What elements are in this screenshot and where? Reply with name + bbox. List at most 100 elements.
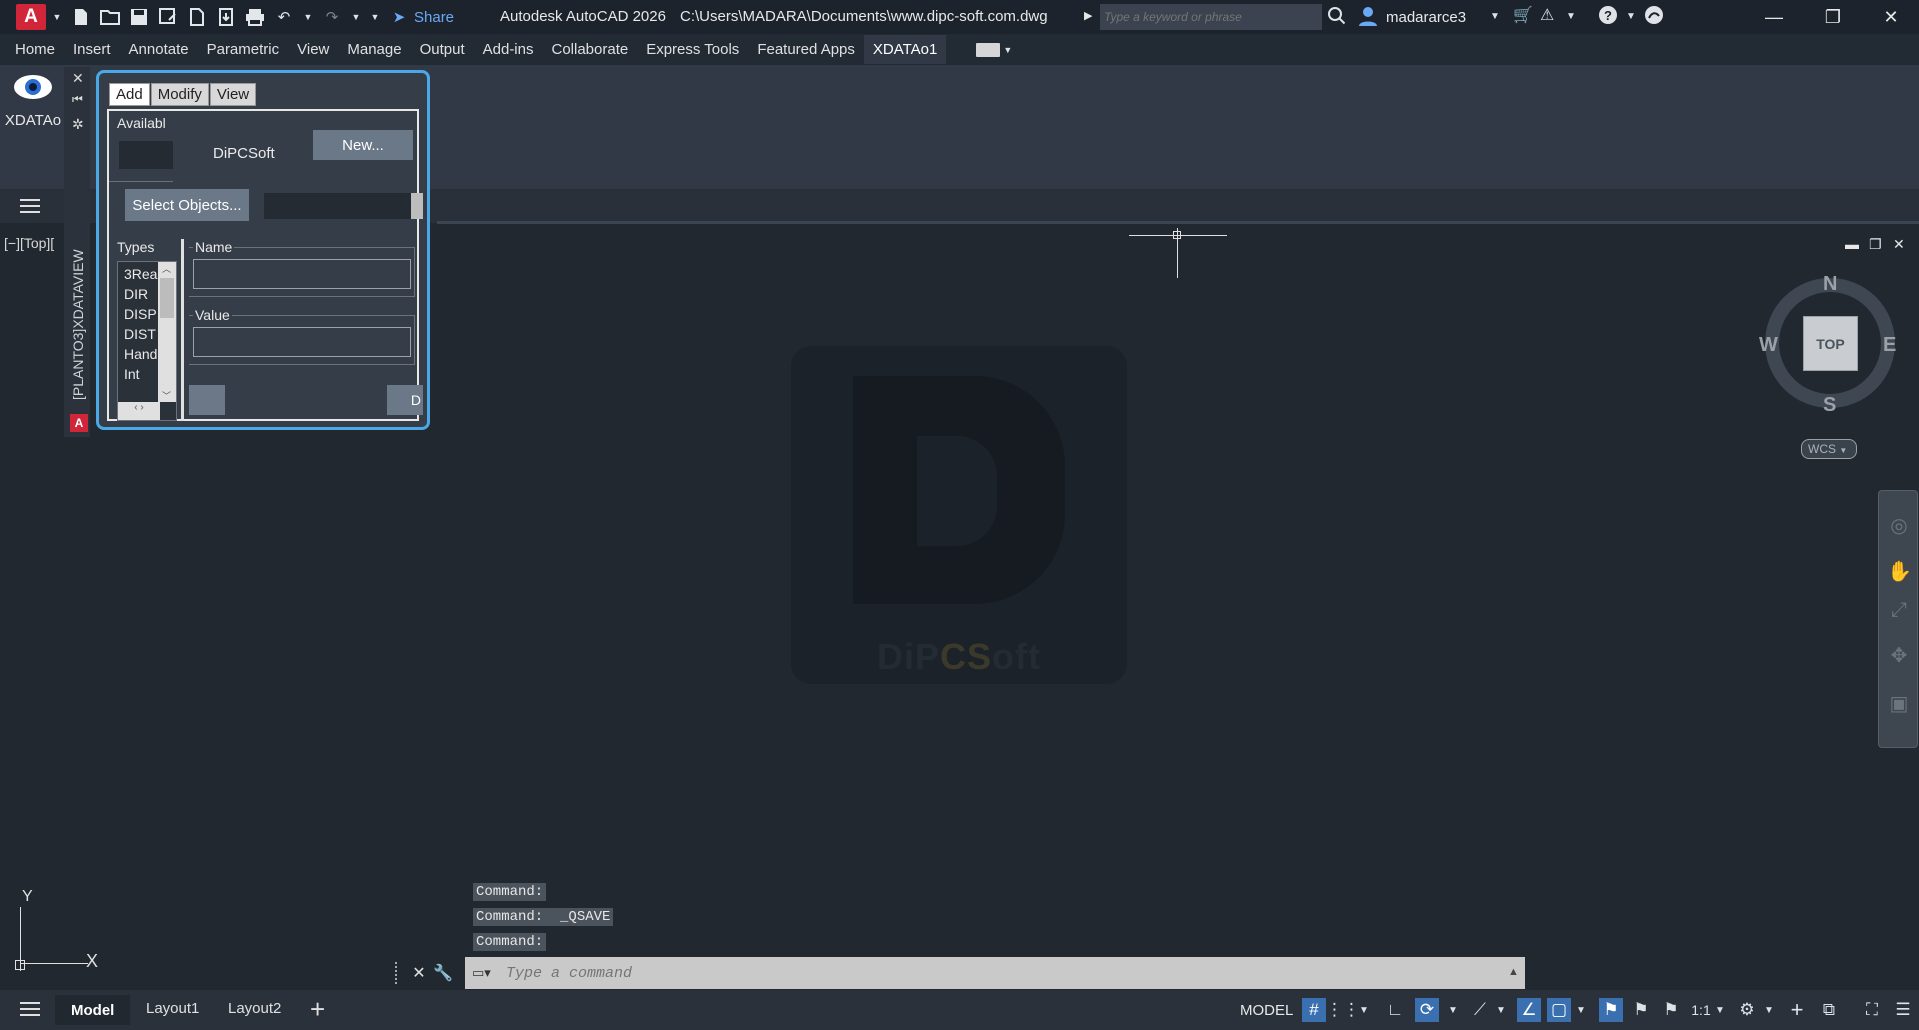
pan-icon[interactable]: ✋ (1887, 559, 1912, 583)
snap-icon[interactable]: ⋮⋮ (1326, 998, 1360, 1022)
app-dropdown-icon[interactable]: ▼ (1566, 11, 1576, 22)
palette-tab-add[interactable]: Add (109, 83, 150, 106)
palette-properties-icon[interactable]: ✲ (72, 116, 84, 133)
isodraft-icon[interactable]: ⟋ (1468, 998, 1492, 1022)
compass-west[interactable]: W (1759, 334, 1778, 357)
new-file-icon[interactable] (71, 7, 91, 27)
viewcube-top-face[interactable]: TOP (1803, 316, 1858, 371)
ribbon-minimize-icon[interactable] (976, 42, 1001, 57)
scroll-up-icon[interactable]: ︿ (162, 262, 171, 275)
wcs-menu[interactable]: WCS ▼ (1801, 439, 1857, 459)
tab-add-ins[interactable]: Add-ins (474, 35, 543, 64)
add-layout-icon[interactable]: + (310, 994, 325, 1025)
command-close-icon[interactable]: ✕ (409, 963, 429, 983)
tab-collaborate[interactable]: Collaborate (542, 35, 637, 64)
undo-dropdown-icon[interactable]: ▼ (303, 12, 313, 22)
palette-right-action-button[interactable]: D (387, 385, 423, 415)
feedback-icon[interactable] (1644, 5, 1664, 30)
palette-tab-view[interactable]: View (209, 83, 257, 106)
layout-menu-icon[interactable] (20, 1001, 40, 1017)
tab-manage[interactable]: Manage (338, 35, 410, 64)
polar-dropdown-icon[interactable]: ▼ (1446, 998, 1460, 1022)
zoom-extents-icon[interactable]: ⤢ (1887, 599, 1911, 623)
customization-menu-icon[interactable]: ☰ (1891, 998, 1915, 1022)
steering-wheel-icon[interactable]: ◎ (1887, 513, 1911, 537)
list-item[interactable]: DIST (124, 326, 156, 342)
ortho-icon[interactable]: ∟ (1383, 998, 1407, 1022)
search-icon[interactable] (1327, 6, 1347, 26)
polar-tracking-icon[interactable]: ⟳ (1415, 998, 1439, 1022)
clean-screen-icon[interactable]: ⛶ (1860, 998, 1884, 1022)
share-icon[interactable]: ➤ (389, 7, 409, 27)
close-button[interactable]: ✕ (1871, 3, 1911, 31)
types-horizontal-scrollbar[interactable]: ‹ › (118, 402, 160, 420)
units-icon[interactable]: ⧉ (1817, 998, 1841, 1022)
viewport-minimize-icon[interactable]: ▬ (1845, 236, 1859, 252)
save-to-web-icon[interactable] (216, 7, 236, 27)
viewport-restore-icon[interactable]: ❐ (1869, 236, 1882, 253)
ribbon-minimize-dropdown-icon[interactable]: ▼ (1003, 45, 1012, 55)
redo-icon[interactable]: ↷ (322, 7, 342, 27)
list-item[interactable]: Hand (124, 346, 157, 362)
tab-xdatao1[interactable]: XDATAo1 (863, 35, 947, 64)
save-icon[interactable] (129, 7, 149, 27)
command-customize-icon[interactable]: 🔧 (433, 963, 453, 983)
app-menu-dropdown-icon[interactable]: ▼ (52, 12, 62, 22)
user-dropdown-icon[interactable]: ▼ (1490, 11, 1500, 22)
object-snap-icon[interactable]: ▢ (1547, 998, 1571, 1022)
tab-annotate[interactable]: Annotate (120, 35, 198, 64)
autocad-logo-icon[interactable]: A (16, 4, 46, 30)
compass-north[interactable]: N (1823, 273, 1837, 296)
open-folder-icon[interactable] (100, 7, 120, 27)
tab-view[interactable]: View (288, 35, 338, 64)
isodraft-dropdown-icon[interactable]: ▼ (1494, 998, 1508, 1022)
tab-featured-apps[interactable]: Featured Apps (748, 35, 864, 64)
new-button[interactable]: New... (313, 130, 413, 160)
palette-splitter[interactable] (181, 239, 184, 421)
save-as-icon[interactable] (158, 7, 178, 27)
palette-tab-modify[interactable]: Modify (150, 83, 209, 106)
grid-icon[interactable]: # (1302, 998, 1326, 1022)
types-listbox[interactable]: 3Rea DIR DISP DIST Hand Int ︿ ﹀ ‹ › (117, 261, 177, 421)
scroll-down-icon[interactable]: ﹀ (162, 389, 171, 402)
tab-home[interactable]: Home (6, 35, 64, 64)
list-item[interactable]: DISP (124, 306, 157, 322)
customize-qat-icon[interactable]: ▼ (370, 12, 380, 22)
workspace-dropdown-icon[interactable]: ▼ (1762, 998, 1776, 1022)
minimize-button[interactable]: — (1754, 3, 1794, 31)
compass-south[interactable]: S (1823, 394, 1836, 417)
tab-insert[interactable]: Insert (64, 35, 120, 64)
tab-express-tools[interactable]: Express Tools (637, 35, 748, 64)
tab-parametric[interactable]: Parametric (198, 35, 289, 64)
command-input[interactable] (465, 957, 1525, 989)
object-snap-dropdown-icon[interactable]: ▼ (1574, 998, 1588, 1022)
palette-left-action-button[interactable] (189, 385, 225, 415)
open-from-web-icon[interactable] (187, 7, 207, 27)
cart-icon[interactable]: 🛒 (1513, 5, 1533, 25)
help-dropdown-icon[interactable]: ▼ (1626, 11, 1636, 22)
annotation-visibility-icon[interactable]: ⚑ (1599, 998, 1623, 1022)
value-input[interactable] (193, 327, 411, 357)
username-label[interactable]: madararce3 (1386, 9, 1466, 26)
viewport-close-icon[interactable]: ✕ (1893, 236, 1905, 253)
share-button[interactable]: Share (414, 9, 454, 26)
auto-scale-icon[interactable]: ⚑ (1629, 998, 1653, 1022)
tab-layout1[interactable]: Layout1 (146, 1000, 199, 1017)
viewport-controls-label[interactable]: [−][Top][ (4, 235, 54, 251)
redo-dropdown-icon[interactable]: ▼ (351, 12, 361, 22)
autodesk-app-icon[interactable]: ⚠ (1540, 5, 1554, 25)
scale-dropdown-icon[interactable]: ▼ (1713, 998, 1727, 1022)
command-line-grip[interactable] (395, 962, 403, 984)
command-history-toggle-icon[interactable]: ▲ (1508, 966, 1519, 978)
list-item[interactable]: 3Rea (124, 266, 157, 282)
select-objects-button[interactable]: Select Objects... (125, 189, 249, 221)
annotation-scale-icon[interactable]: ⚑ (1659, 998, 1683, 1022)
tab-model[interactable]: Model (55, 995, 131, 1025)
model-space-button[interactable]: MODEL (1240, 1002, 1293, 1019)
help-icon[interactable]: ? (1598, 5, 1618, 30)
name-input[interactable] (193, 259, 411, 289)
object-selector-dropdown[interactable] (264, 193, 423, 219)
annotation-scale-value[interactable]: 1:1 (1689, 998, 1713, 1022)
xdatao-button[interactable]: XDATAo (4, 73, 62, 149)
tab-layout2[interactable]: Layout2 (228, 1000, 281, 1017)
